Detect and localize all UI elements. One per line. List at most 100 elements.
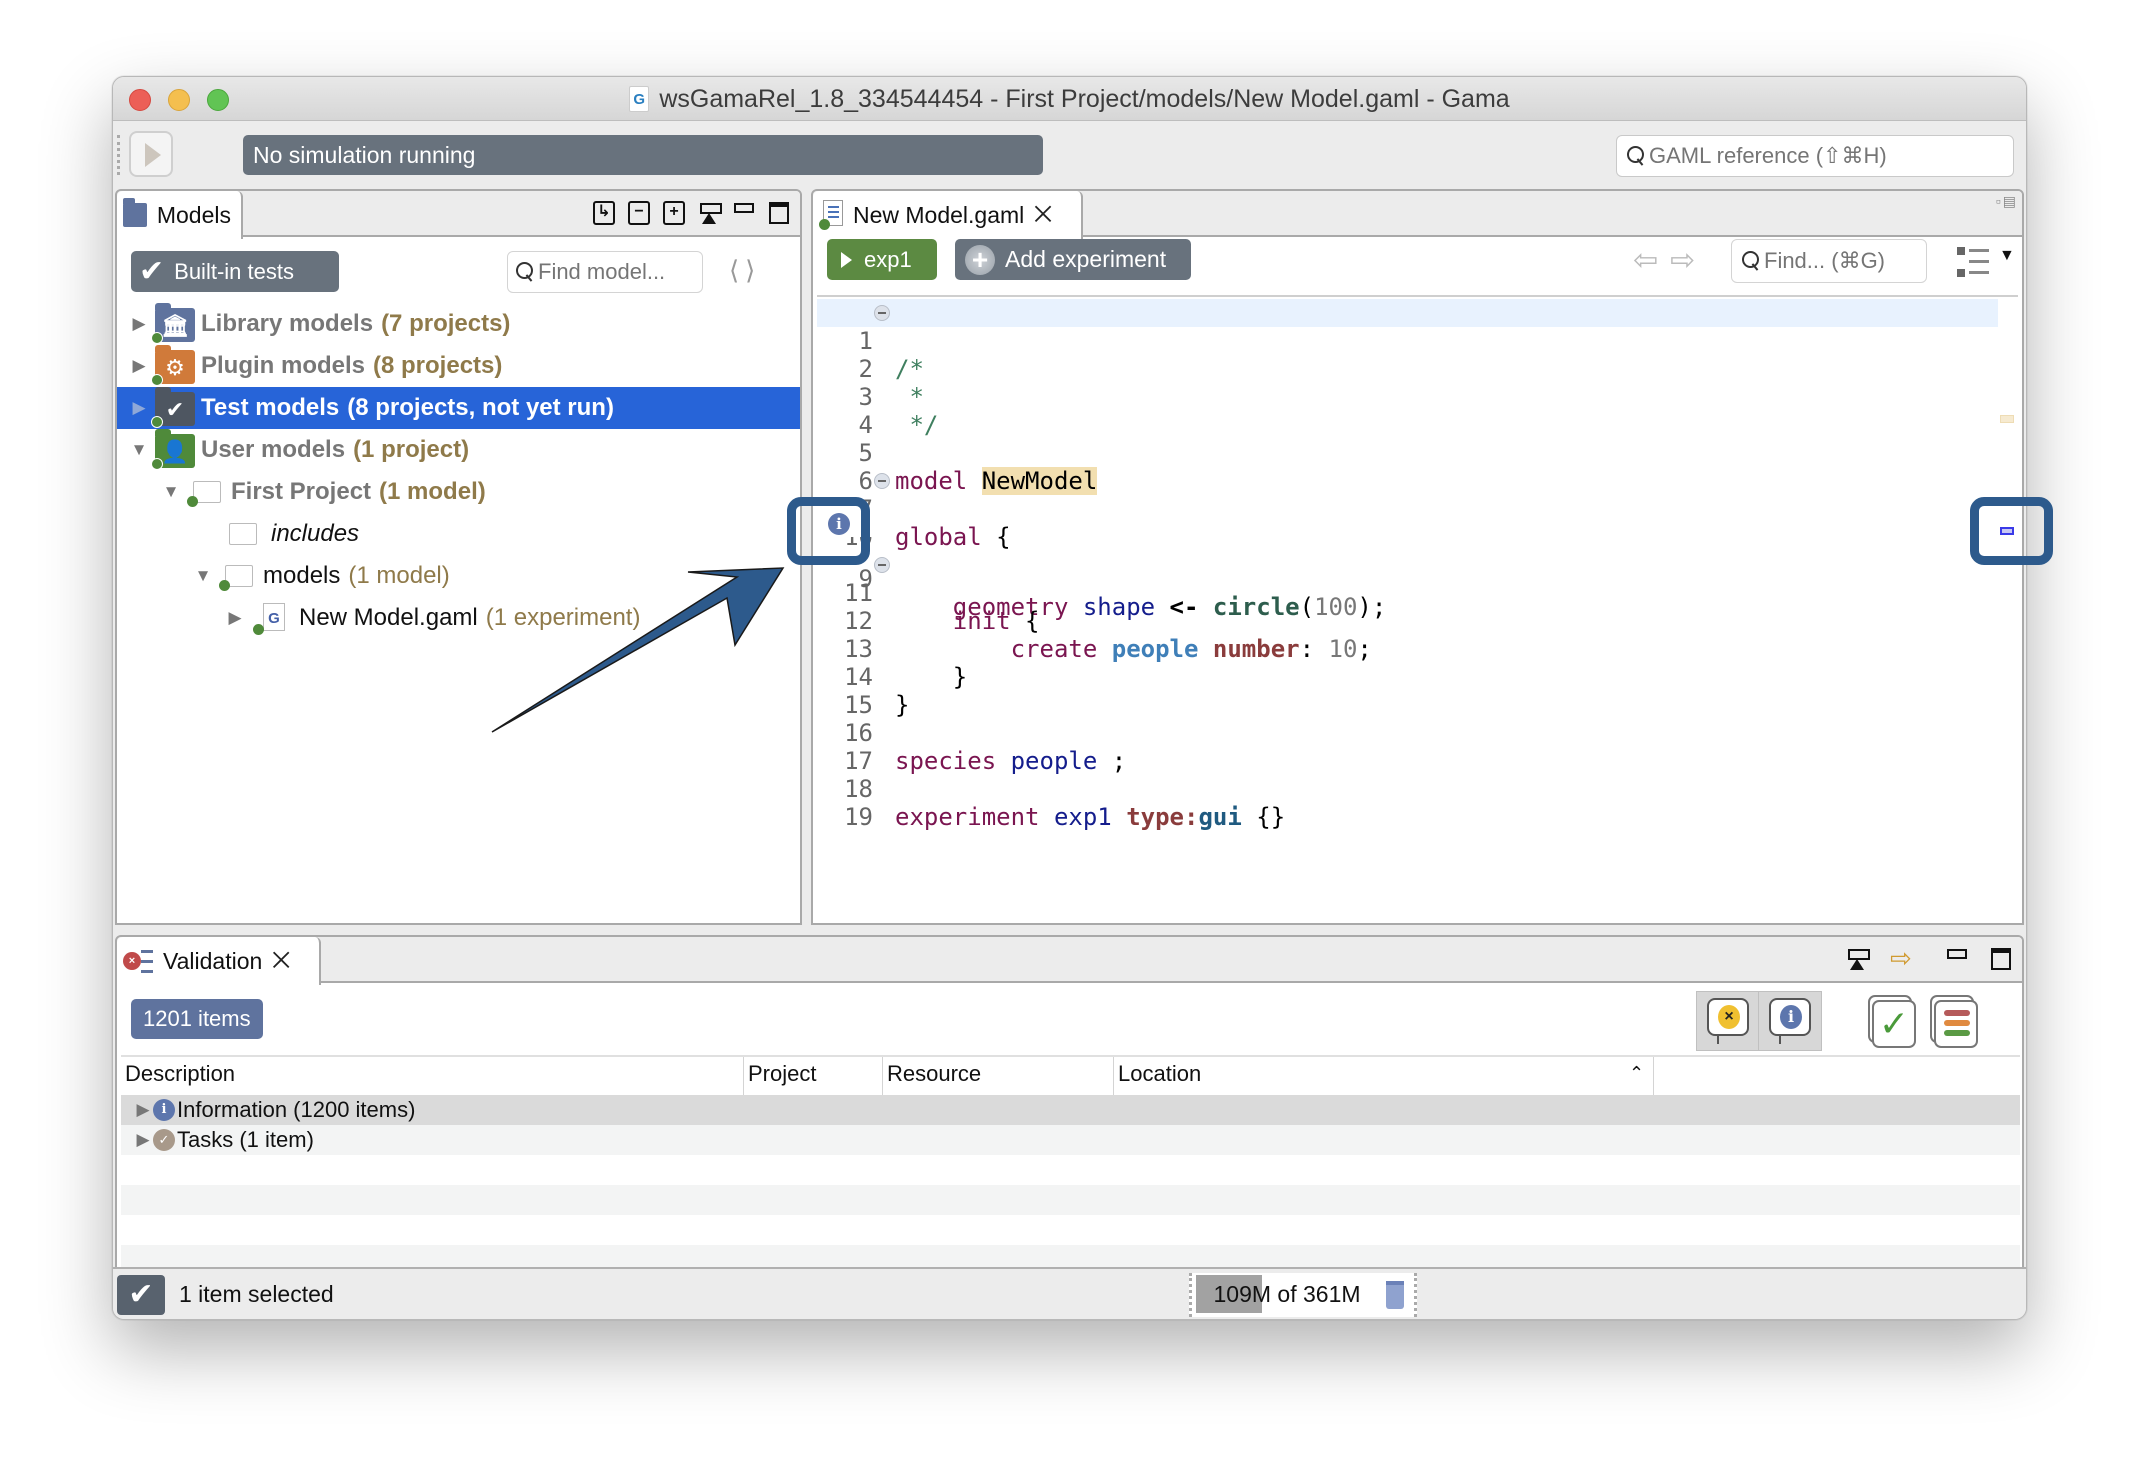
forward-arrow-icon[interactable]: ⇨ xyxy=(1670,244,1707,277)
minimize-view-icon[interactable] xyxy=(733,201,755,225)
main-toolbar: No simulation running xyxy=(113,121,2026,186)
row-description: Tasks (1 item) xyxy=(177,1127,314,1152)
library-icon: 🏛 xyxy=(151,303,197,344)
run-experiment-button[interactable]: exp1 xyxy=(827,239,937,280)
code-line: 13 } xyxy=(844,635,968,691)
close-tab-icon[interactable]: ⨉ xyxy=(1034,202,1052,228)
tab-new-model-gaml[interactable]: New Model.gaml ⨉ xyxy=(813,191,1083,239)
garbage-collect-trash-icon[interactable] xyxy=(1386,1281,1404,1309)
code-line: 4 xyxy=(858,411,873,439)
collapse-arrow-icon[interactable]: ▼ xyxy=(129,440,149,460)
folder-icon xyxy=(219,561,253,591)
annotation-highlight-gutter xyxy=(787,497,870,565)
gaml-reference-input[interactable] xyxy=(1649,143,2013,169)
expand-arrow-icon[interactable]: ▶ xyxy=(129,314,149,334)
chevron-right-icon[interactable]: ⟩ xyxy=(745,255,761,285)
expand-arrow-icon[interactable]: ▶ xyxy=(225,608,245,628)
tree-item-label: User models xyxy=(201,436,346,463)
tree-item-first-project[interactable]: ▼ First Project (1 model) xyxy=(117,471,800,513)
column-header-location[interactable]: Location xyxy=(1118,1061,1201,1087)
code-line: 6 xyxy=(858,467,873,495)
code-line: 1 /* xyxy=(817,299,1998,383)
mark-completed-button[interactable]: ✓ xyxy=(1868,995,1916,1049)
folder-icon xyxy=(123,198,147,227)
link-editor-icon[interactable]: ↳ xyxy=(593,201,615,225)
tree-item-test-models[interactable]: ▶ ✔ Test models (8 projects, not yet run… xyxy=(117,387,800,429)
close-tab-icon[interactable]: ⨉ xyxy=(272,948,290,974)
check-icon: ✔ xyxy=(139,254,165,288)
tree-item-label: New Model.gaml xyxy=(299,604,478,631)
view-menu-icon[interactable] xyxy=(1846,947,1870,971)
code-line: i 9 geometry shape <- circle(100); xyxy=(817,509,1998,621)
show-errors-toggle[interactable]: × xyxy=(1697,992,1759,1050)
expand-arrow-icon[interactable]: ▶ xyxy=(133,1130,153,1150)
collapse-all-icon[interactable]: − xyxy=(628,201,650,225)
view-menu-icon[interactable] xyxy=(698,201,722,225)
outline-dropdown-icon[interactable]: ▼ xyxy=(1999,247,2015,265)
expand-arrow-icon[interactable]: ▶ xyxy=(129,356,149,376)
includes-folder-icon xyxy=(227,519,261,549)
selection-check-icon: ✔ xyxy=(117,1275,165,1315)
gama-window: wsGamaRel_1.8_334544454 - First Project/… xyxy=(112,76,2027,1320)
tree-item-library-models[interactable]: ▶ 🏛 Library models (7 projects) xyxy=(117,303,800,345)
back-arrow-icon[interactable]: ⇦ xyxy=(1633,244,1670,277)
info-icon: i xyxy=(153,1099,175,1121)
code-line: 14 } xyxy=(844,663,910,719)
collapse-arrow-icon[interactable]: ▼ xyxy=(161,482,181,502)
fold-icon[interactable] xyxy=(874,473,890,489)
column-header-description[interactable]: Description xyxy=(125,1061,235,1087)
add-experiment-label: Add experiment xyxy=(1005,246,1167,272)
maximize-view-icon[interactable] xyxy=(1990,947,2012,971)
builtin-tests-button[interactable]: ✔ Built-in tests xyxy=(131,251,339,292)
tab-validation-label: Validation xyxy=(163,947,263,974)
code-line: 16 species people ; xyxy=(844,719,1127,775)
find-model-search[interactable] xyxy=(507,251,703,293)
tab-models-label: Models xyxy=(156,201,231,228)
search-icon xyxy=(516,261,534,283)
builtin-tests-label: Built-in tests xyxy=(174,258,294,284)
fold-icon[interactable] xyxy=(874,557,890,573)
outline-icon[interactable] xyxy=(1957,245,1991,279)
maximize-view-icon[interactable] xyxy=(768,201,790,225)
editor-find-input[interactable] xyxy=(1764,248,1926,274)
tab-models[interactable]: Models xyxy=(117,191,243,239)
editor-min-max-icon[interactable]: ▫▤ xyxy=(1996,193,2018,210)
table-row[interactable]: ▶ i Information (1200 items) xyxy=(121,1095,2020,1125)
add-experiment-button[interactable]: + Add experiment xyxy=(955,239,1191,280)
tree-item-models-folder[interactable]: ▼ models (1 model) xyxy=(117,555,800,597)
annotation-highlight-overview xyxy=(1970,497,2053,565)
tree-item-plugin-models[interactable]: ▶ ⚙ Plugin models (8 projects) xyxy=(117,345,800,387)
run-simulation-button[interactable] xyxy=(129,131,173,177)
column-header-project[interactable]: Project xyxy=(748,1061,816,1087)
gear-icon: ⚙ xyxy=(151,345,197,386)
show-all-button[interactable] xyxy=(1930,995,1978,1049)
table-row[interactable]: ▶ ✓ Tasks (1 item) xyxy=(121,1125,2020,1155)
collapse-expand-arrows-icon[interactable]: ⇨ xyxy=(1890,945,1924,971)
show-info-toggle[interactable]: i xyxy=(1759,992,1821,1050)
expand-arrow-icon[interactable]: ▶ xyxy=(133,1100,153,1120)
sort-ascending-icon[interactable]: ⌃ xyxy=(1629,1063,1644,1084)
chevron-left-icon[interactable]: ⟨ xyxy=(729,255,745,285)
tree-item-label: Test models xyxy=(201,394,340,421)
tree-item-user-models[interactable]: ▼ 👤 User models (1 project) xyxy=(117,429,800,471)
tree-item-includes[interactable]: includes xyxy=(117,513,800,555)
column-header-resource[interactable]: Resource xyxy=(887,1061,981,1087)
gaml-document-icon xyxy=(819,200,843,230)
find-model-input[interactable] xyxy=(538,259,698,285)
collapse-arrow-icon[interactable]: ▼ xyxy=(193,566,213,586)
fold-icon[interactable] xyxy=(874,305,890,321)
code-line: 19 xyxy=(844,803,873,831)
experiment-label: exp1 xyxy=(864,246,912,272)
minimize-view-icon[interactable] xyxy=(1946,947,1968,971)
occurrence-overview-marker[interactable] xyxy=(2000,415,2014,423)
gaml-reference-search[interactable] xyxy=(1616,135,2014,177)
code-editor[interactable]: 1 /* 2 * 3 */ 4 5 model NewModel 6 7 glo… xyxy=(817,295,2018,923)
editor-find-search[interactable] xyxy=(1731,239,1927,283)
toolbar-grip-handle[interactable] xyxy=(117,135,121,175)
error-icon: × xyxy=(1718,1005,1740,1029)
table-row-empty xyxy=(121,1155,2020,1185)
expand-arrow-icon[interactable]: ▶ xyxy=(129,398,149,418)
tab-validation[interactable]: × Validation ⨉ xyxy=(117,937,321,985)
tree-item-new-model-gaml[interactable]: ▶ G New Model.gaml (1 experiment) xyxy=(117,597,800,639)
expand-all-icon[interactable]: + xyxy=(663,201,685,225)
